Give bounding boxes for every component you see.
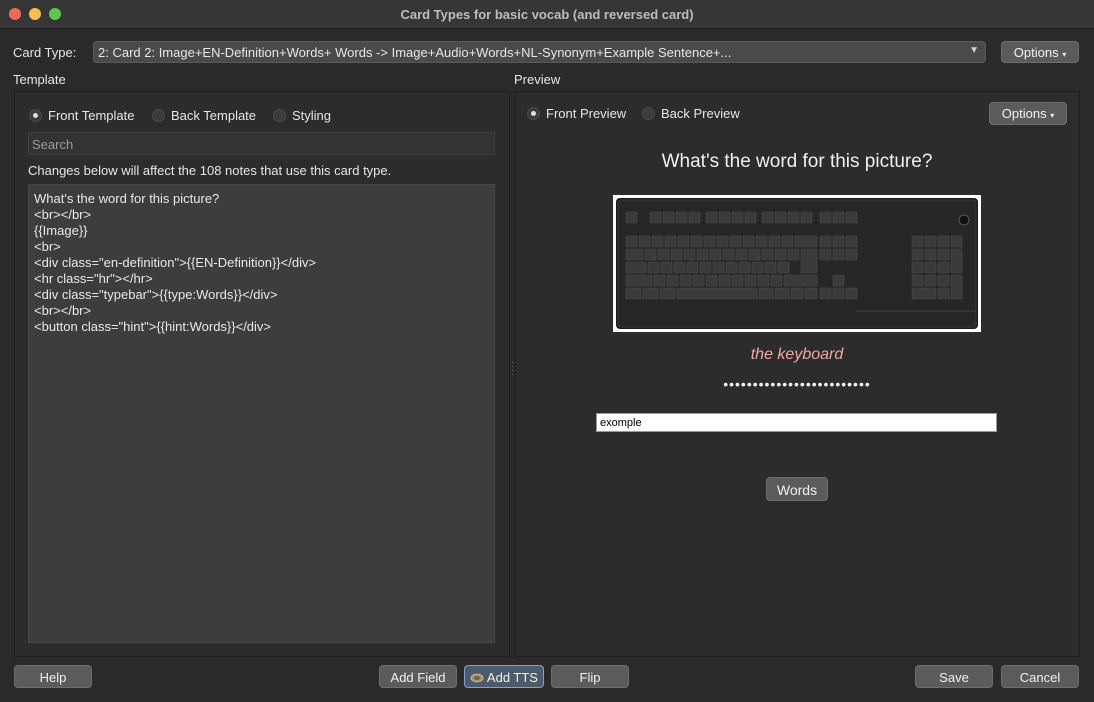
template-search-input[interactable]: Search xyxy=(28,132,495,155)
flip-button[interactable]: Flip xyxy=(551,665,629,688)
code-line: <br></br> xyxy=(34,207,92,222)
preview-options-button[interactable]: Options ▾ xyxy=(989,102,1067,125)
code-line: <br> xyxy=(34,239,61,254)
back-template-radio[interactable] xyxy=(152,109,165,122)
chevron-down-icon: ▼ xyxy=(969,45,979,56)
splitter-handle[interactable]: · · · · xyxy=(511,358,514,379)
caret-down-icon: ▾ xyxy=(1050,111,1055,120)
code-line: <div class="en-definition">{{EN-Definiti… xyxy=(34,255,317,270)
card-type-select[interactable]: 2: Card 2: Image+EN-Definition+Words+ Wo… xyxy=(93,41,986,63)
card-type-value: 2: Card 2: Image+EN-Definition+Words+ Wo… xyxy=(98,45,732,60)
add-tts-button[interactable]: Add TTS xyxy=(464,665,544,688)
hint-dots: ••••••••••••••••••••••••• xyxy=(723,376,871,392)
back-preview-radio[interactable] xyxy=(642,107,655,120)
front-template-label[interactable]: Front Template xyxy=(48,108,134,123)
preview-panel xyxy=(515,91,1080,657)
code-line: <br></br> xyxy=(34,303,92,318)
preview-definition: the keyboard xyxy=(750,346,844,363)
keyboard-image xyxy=(613,195,981,332)
keyboard-icon xyxy=(616,198,978,329)
code-line: <hr class="hr"></hr> xyxy=(34,271,153,286)
cancel-button[interactable]: Cancel xyxy=(1001,665,1079,688)
preview-question: What's the word for this picture? xyxy=(661,151,933,172)
card-type-label: Card Type: xyxy=(13,45,77,60)
template-section-label: Template xyxy=(13,72,66,87)
code-line: What's the word for this picture? xyxy=(34,191,220,206)
add-field-button[interactable]: Add Field xyxy=(379,665,457,688)
help-button[interactable]: Help xyxy=(14,665,92,688)
front-template-radio[interactable] xyxy=(29,109,42,122)
code-line: <div class="typebar">{{type:Words}}</div… xyxy=(34,287,278,302)
back-preview-label[interactable]: Back Preview xyxy=(661,106,740,121)
type-answer-input[interactable]: exomple xyxy=(596,413,997,432)
title-bar: Card Types for basic vocab (and reversed… xyxy=(0,0,1094,29)
options-label: Options xyxy=(1013,45,1059,60)
code-line: {{Image}} xyxy=(34,223,88,238)
options-label: Options xyxy=(1001,106,1047,121)
hint-words-button[interactable]: Words xyxy=(766,477,828,501)
back-template-label[interactable]: Back Template xyxy=(171,108,256,123)
template-code-editor[interactable]: What's the word for this picture? <br></… xyxy=(28,184,495,643)
notes-affected-notice: Changes below will affect the 108 notes … xyxy=(28,163,392,178)
window-title: Card Types for basic vocab (and reversed… xyxy=(400,7,694,22)
preview-section-label: Preview xyxy=(514,72,561,87)
styling-radio[interactable] xyxy=(273,109,286,122)
front-preview-label[interactable]: Front Preview xyxy=(546,106,626,121)
add-tts-label: Add TTS xyxy=(486,670,538,685)
save-button[interactable]: Save xyxy=(915,665,993,688)
speaker-icon xyxy=(470,671,484,683)
styling-label[interactable]: Styling xyxy=(292,108,331,123)
card-type-options-button[interactable]: Options ▾ xyxy=(1001,41,1079,63)
front-preview-radio[interactable] xyxy=(527,107,540,120)
caret-down-icon: ▾ xyxy=(1062,50,1067,59)
code-line: <button class="hint">{{hint:Words}}</div… xyxy=(34,319,272,334)
